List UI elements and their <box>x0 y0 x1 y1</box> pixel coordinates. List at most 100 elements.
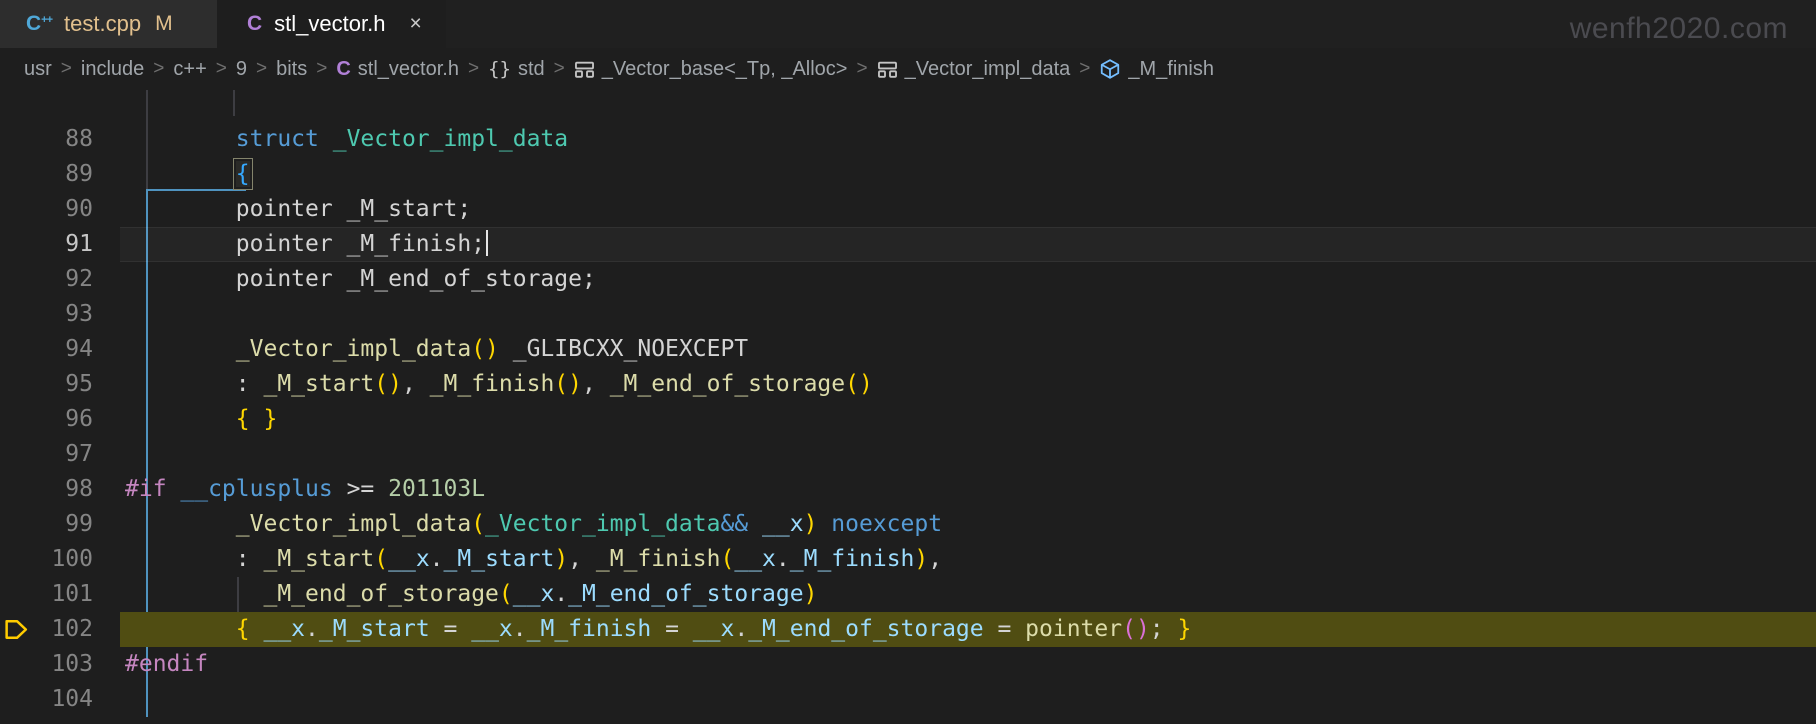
code-line[interactable]: { } <box>125 402 277 437</box>
chevron-right-icon: > <box>61 58 72 80</box>
line-number[interactable]: 92 <box>0 262 93 297</box>
code-token: { <box>236 616 264 642</box>
code-token: _GLIBCXX_NOEXCEPT <box>499 336 748 362</box>
code-line[interactable]: pointer _M_finish; <box>125 227 488 262</box>
line-number[interactable]: 94 <box>0 332 93 367</box>
code-token: _Vector_impl_data <box>485 511 720 537</box>
tab-label: stl_vector.h <box>274 11 385 37</box>
line-number[interactable]: 89 <box>0 157 93 192</box>
code-line[interactable]: _Vector_impl_data(_Vector_impl_data&& __… <box>125 507 942 542</box>
code-token: __x <box>513 581 555 607</box>
line-number[interactable]: 100 <box>0 542 93 577</box>
chevron-right-icon: > <box>316 58 327 80</box>
chevron-right-icon: > <box>857 58 868 80</box>
close-icon[interactable]: × <box>405 10 425 38</box>
breadcrumb-item-vector-impl-data[interactable]: _Vector_impl_data <box>877 58 1071 81</box>
line-number[interactable]: 103 <box>0 647 93 682</box>
code-token: _M_start <box>319 616 430 642</box>
code-token: , <box>582 371 610 397</box>
struct-icon <box>574 59 595 80</box>
code-token: ( <box>499 581 513 607</box>
line-number[interactable]: 98 <box>0 472 93 507</box>
text-cursor <box>486 230 488 256</box>
code-line[interactable]: pointer _M_end_of_storage; <box>125 262 596 297</box>
breadcrumb-item-cpp[interactable]: c++ <box>173 58 206 81</box>
code-token: , <box>402 371 430 397</box>
breadcrumb-item-bits[interactable]: bits <box>276 58 307 81</box>
line-number[interactable]: 93 <box>0 297 93 332</box>
code-token: __x <box>762 511 804 537</box>
tab-stl-vector-h[interactable]: C stl_vector.h × <box>217 0 446 48</box>
c-file-icon: C <box>247 12 262 36</box>
code-line[interactable]: #if __cplusplus >= 201103L <box>125 472 485 507</box>
breadcrumb: usr > include > c++ > 9 > bits > C stl_v… <box>0 48 1816 90</box>
code-line[interactable]: : _M_start(), _M_finish(), _M_end_of_sto… <box>125 367 873 402</box>
line-number[interactable]: 88 <box>0 122 93 157</box>
code-token: pointer <box>1025 616 1122 642</box>
code-token: () <box>374 371 402 397</box>
code-token: struct <box>236 126 333 152</box>
code-line[interactable]: pointer _M_start; <box>125 192 471 227</box>
code-token: __x <box>693 616 735 642</box>
code-token: _Vector_impl_data <box>236 336 471 362</box>
code-token <box>817 511 831 537</box>
code-token: _M_end_of_storage <box>748 616 983 642</box>
code-token: , <box>568 546 596 572</box>
code-token <box>748 511 762 537</box>
code-token: _M_start <box>444 546 555 572</box>
breadcrumb-item-vector-base[interactable]: _Vector_base<_Tp, _Alloc> <box>574 58 848 81</box>
code-token: __x <box>263 616 305 642</box>
code-token: . <box>734 616 748 642</box>
code-token: __x <box>734 546 776 572</box>
breadcrumb-item-9[interactable]: 9 <box>236 58 247 81</box>
code-token: pointer _M_start; <box>236 196 471 222</box>
breadcrumb-item-usr[interactable]: usr <box>24 58 52 81</box>
tab-test-cpp[interactable]: C++ test.cpp M <box>0 0 217 48</box>
code-token: , <box>928 546 942 572</box>
chevron-right-icon: > <box>256 58 267 80</box>
breadcrumb-item-m-finish[interactable]: _M_finish <box>1099 58 1214 81</box>
code-token: ( <box>374 546 388 572</box>
line-number[interactable]: 99 <box>0 507 93 542</box>
code-token: #endif <box>125 651 208 677</box>
code-token: && <box>720 511 748 537</box>
code-token: () <box>1122 616 1150 642</box>
field-icon <box>1099 58 1121 80</box>
code-token: _M_end_of_storage <box>610 371 845 397</box>
code-token: _M_finish <box>527 616 652 642</box>
code-line[interactable]: { <box>125 157 250 192</box>
breadcrumb-item-std[interactable]: {} std <box>488 58 545 81</box>
code-line[interactable]: struct _Vector_impl_data <box>125 122 568 157</box>
line-number[interactable]: 101 <box>0 577 93 612</box>
code-token: _M_start <box>263 371 374 397</box>
namespace-icon: {} <box>488 58 511 80</box>
code-token: _M_finish <box>790 546 915 572</box>
line-number[interactable]: 104 <box>0 682 93 717</box>
code-token: _M_start <box>263 546 374 572</box>
code-token: pointer _M_finish; <box>236 231 485 257</box>
struct-icon <box>877 59 898 80</box>
breadcrumb-item-stl-vector-h[interactable]: C stl_vector.h <box>336 58 459 81</box>
code-token: noexcept <box>831 511 942 537</box>
code-token: __x <box>471 616 513 642</box>
line-number[interactable]: 96 <box>0 402 93 437</box>
line-number[interactable]: 95 <box>0 367 93 402</box>
line-number[interactable]: 91 <box>0 227 93 262</box>
watermark: wenfh2020.com <box>1570 12 1788 46</box>
indent-guide <box>233 90 235 116</box>
code-line[interactable]: _Vector_impl_data() _GLIBCXX_NOEXCEPT <box>125 332 748 367</box>
code-line[interactable]: : _M_start(__x._M_start), _M_finish(__x.… <box>125 542 942 577</box>
code-token: _M_end_of_storage <box>568 581 803 607</box>
code-token: __x <box>388 546 430 572</box>
code-editor[interactable]: 888990919293949596979899100101102103104 … <box>0 90 1816 724</box>
line-number[interactable]: 90 <box>0 192 93 227</box>
breadcrumb-item-include[interactable]: include <box>81 58 144 81</box>
code-token: _M_finish <box>430 371 555 397</box>
line-number[interactable]: 97 <box>0 437 93 472</box>
code-line[interactable]: #endif <box>125 647 208 682</box>
code-token: __cplusplus <box>180 476 332 502</box>
code-line[interactable]: { __x._M_start = __x._M_finish = __x._M_… <box>125 612 1191 647</box>
line-number[interactable]: 102 <box>0 612 93 647</box>
code-line[interactable]: _M_end_of_storage(__x._M_end_of_storage) <box>125 577 817 612</box>
code-token: } <box>1178 616 1192 642</box>
